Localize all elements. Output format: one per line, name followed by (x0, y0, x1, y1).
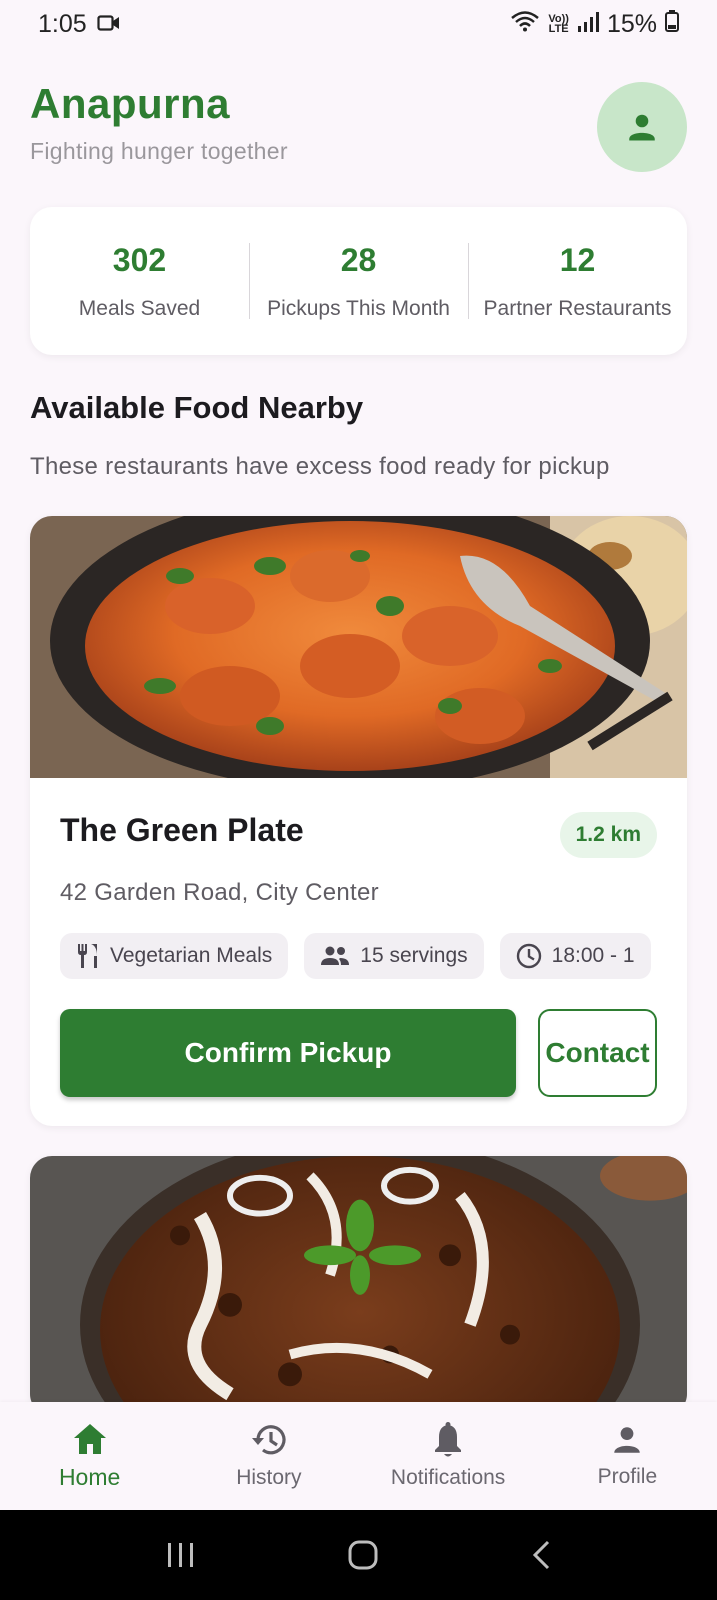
card-actions: Confirm Pickup Contact (60, 1009, 657, 1097)
food-listing-card[interactable]: The Green Plate 1.2 km 42 Garden Road, C… (30, 516, 687, 1126)
card-body: The Green Plate 1.2 km 42 Garden Road, C… (30, 778, 687, 1097)
app-subtitle: Fighting hunger together (30, 138, 288, 164)
stat-label: Partner Restaurants (483, 296, 672, 320)
stat-partner-restaurants: 12 Partner Restaurants (468, 207, 687, 355)
home-system-icon[interactable] (347, 1539, 379, 1571)
battery-percent: 15% (606, 9, 657, 38)
history-icon (251, 1425, 286, 1455)
recent-apps-icon[interactable] (165, 1541, 197, 1569)
nav-history-label: History (236, 1466, 302, 1489)
app-title: Anapurna (30, 80, 231, 127)
person-icon (629, 114, 655, 141)
servings-chip: 15 servings (304, 933, 484, 979)
nav-profile-label: Profile (597, 1465, 658, 1488)
food-image-butter-chicken (30, 516, 687, 778)
wifi-icon (510, 10, 540, 39)
section-title: Available Food Nearby (30, 390, 364, 425)
stat-meals-saved: 302 Meals Saved (30, 207, 249, 355)
status-bar: 1:05 Vo)) LTE 15% (0, 0, 717, 48)
people-icon (321, 946, 350, 965)
food-image-dal-makhani (30, 1156, 687, 1416)
nav-profile[interactable]: Profile (538, 1402, 717, 1510)
food-listing-card[interactable] (30, 1156, 687, 1416)
utensils-icon (78, 944, 97, 968)
nav-home-label: Home (58, 1463, 121, 1490)
restaurant-address: 42 Garden Road, City Center (60, 879, 379, 906)
nav-notifications[interactable]: Notifications (359, 1402, 538, 1510)
distance-badge: 1.2 km (559, 812, 657, 858)
servings-label: 15 servings (360, 944, 468, 967)
nav-home[interactable]: Home (0, 1402, 179, 1510)
lte-indicator: Vo)) LTE (548, 14, 569, 35)
system-navigation-bar (0, 1510, 717, 1600)
lte-bottom-label: LTE (548, 23, 569, 35)
home-icon (73, 1423, 106, 1454)
status-time: 1:05 (38, 9, 87, 38)
stat-pickups-month: 28 Pickups This Month (249, 207, 468, 355)
clock-icon (516, 943, 541, 969)
food-type-label: Vegetarian Meals (110, 944, 273, 967)
section-description: These restaurants have excess food ready… (30, 453, 610, 480)
profile-avatar-button[interactable] (597, 82, 687, 172)
video-camera-icon (97, 10, 121, 39)
stat-value: 28 (340, 241, 377, 278)
stats-card: 302 Meals Saved 28 Pickups This Month 12… (30, 207, 687, 355)
nav-history[interactable]: History (179, 1402, 358, 1510)
pickup-time-label: 18:00 - 1 (551, 944, 635, 967)
battery-icon (665, 9, 679, 39)
food-type-chip: Vegetarian Meals (60, 933, 289, 979)
app-header: Anapurna Fighting hunger together (30, 80, 687, 180)
pickup-time-chip: 18:00 - 1 (499, 933, 651, 979)
stat-label: Pickups This Month (267, 296, 450, 320)
info-chips: Vegetarian Meals 15 servings 18:00 - 1 (60, 933, 657, 979)
confirm-pickup-button[interactable]: Confirm Pickup (60, 1009, 516, 1097)
nav-notifications-label: Notifications (390, 1466, 506, 1489)
stat-value: 302 (112, 241, 167, 278)
stat-label: Meals Saved (78, 296, 201, 320)
contact-button[interactable]: Contact (538, 1009, 657, 1097)
stat-value: 12 (559, 241, 596, 278)
bottom-navigation: Home History Notifications Profile (0, 1402, 717, 1510)
person-icon (614, 1427, 641, 1453)
back-icon[interactable] (530, 1539, 552, 1571)
signal-icon (577, 10, 599, 39)
bell-icon (435, 1422, 462, 1457)
